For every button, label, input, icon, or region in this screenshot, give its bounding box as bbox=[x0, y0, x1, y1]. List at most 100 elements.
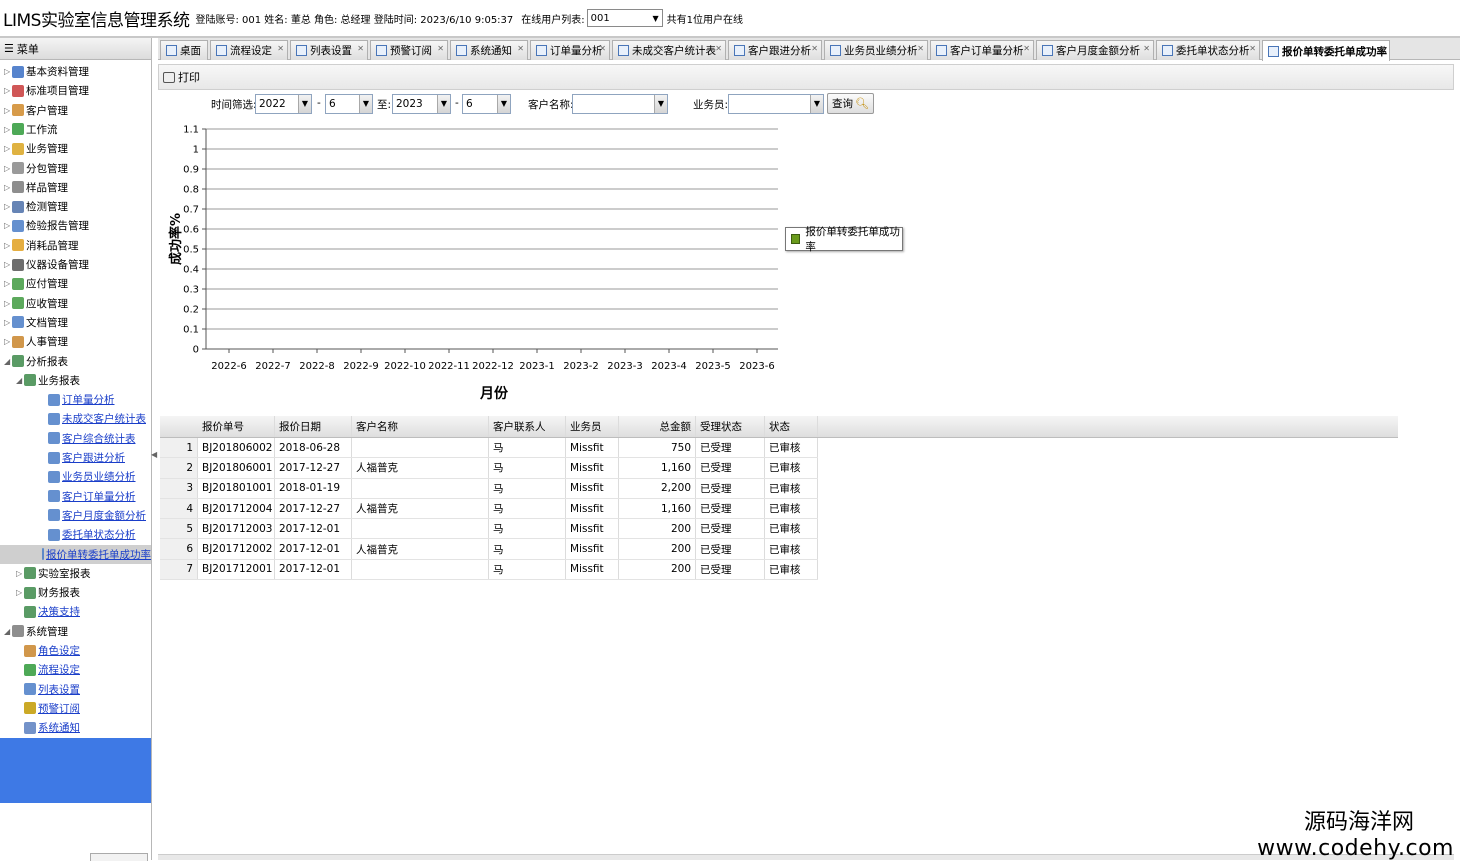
sidebar-item[interactable]: 客户跟进分析 bbox=[0, 448, 151, 467]
collapsed-arrow-icon[interactable]: ▷ bbox=[4, 241, 12, 250]
table-row[interactable]: 1 BJ201806002 2018-06-28 马 Missfit 750 已受理 已审核 bbox=[160, 438, 818, 459]
collapsed-arrow-icon[interactable]: ▷ bbox=[4, 260, 12, 269]
expanded-arrow-icon[interactable]: ◢ bbox=[4, 357, 12, 366]
column-header[interactable]: 报价单号 bbox=[198, 416, 275, 437]
sidebar-item[interactable]: 角色设定 bbox=[0, 641, 151, 660]
print-button[interactable]: 打印 bbox=[163, 69, 200, 85]
expanded-arrow-icon[interactable]: ◢ bbox=[4, 627, 12, 636]
from-year-select[interactable]: 2022 ▼ bbox=[255, 94, 312, 114]
sidebar-item[interactable]: ▷ 实验室报表 bbox=[0, 564, 151, 583]
sidebar-item[interactable]: 订单量分析 bbox=[0, 390, 151, 409]
collapsed-arrow-icon[interactable]: ▷ bbox=[4, 202, 12, 211]
close-icon[interactable]: ✕ bbox=[437, 44, 444, 53]
sidebar-item[interactable]: ▷ 财务报表 bbox=[0, 583, 151, 602]
column-header[interactable]: 客户名称 bbox=[352, 416, 489, 437]
sidebar-item[interactable]: ▷ 应收管理 bbox=[0, 294, 151, 313]
sidebar-item[interactable]: ▷ 基本资料管理 bbox=[0, 62, 151, 81]
column-header[interactable]: 客户联系人 bbox=[489, 416, 566, 437]
sidebar-item[interactable]: ◢ 分析报表 bbox=[0, 352, 151, 371]
tab[interactable]: 客户月度金额分析 ✕ bbox=[1036, 40, 1154, 60]
from-month-select[interactable]: 6 ▼ bbox=[325, 94, 373, 114]
column-header[interactable]: 状态 bbox=[765, 416, 818, 437]
close-icon[interactable]: ✕ bbox=[517, 44, 524, 53]
column-header[interactable]: 受理状态 bbox=[696, 416, 765, 437]
close-icon[interactable]: ✕ bbox=[1249, 44, 1256, 53]
tab[interactable]: 预警订阅 ✕ bbox=[370, 40, 448, 60]
collapsed-arrow-icon[interactable]: ▷ bbox=[4, 125, 12, 134]
close-icon[interactable]: ✕ bbox=[811, 44, 818, 53]
collapsed-arrow-icon[interactable]: ▷ bbox=[4, 67, 12, 76]
sidebar-item[interactable]: ▷ 业务管理 bbox=[0, 139, 151, 158]
column-header[interactable]: 总金额 bbox=[619, 416, 696, 437]
sidebar-item[interactable]: 决策支持 bbox=[0, 602, 151, 621]
table-row[interactable]: 2 BJ201806001 2017-12-27 人福普克马 Missfit 1,160 已… bbox=[160, 458, 818, 479]
sidebar-item[interactable]: 列表设置 bbox=[0, 680, 151, 699]
tab[interactable]: 未成交客户统计表 ✕ bbox=[612, 40, 726, 60]
close-icon[interactable]: ✕ bbox=[357, 44, 364, 53]
tab[interactable]: 系统通知 ✕ bbox=[450, 40, 528, 60]
tab[interactable]: 客户跟进分析 ✕ bbox=[728, 40, 822, 60]
salesman-select[interactable]: ▼ bbox=[728, 94, 824, 114]
sidebar-item[interactable]: 报价单转委托单成功率 bbox=[0, 544, 151, 564]
sidebar-item[interactable]: ◢ 系统管理 bbox=[0, 622, 151, 641]
sidebar-item[interactable]: 未成交客户统计表 bbox=[0, 409, 151, 428]
sidebar-item[interactable]: ▷ 工作流 bbox=[0, 120, 151, 139]
tab[interactable]: 委托单状态分析 ✕ bbox=[1156, 40, 1260, 60]
expanded-arrow-icon[interactable]: ◢ bbox=[16, 376, 24, 385]
collapsed-arrow-icon[interactable]: ▷ bbox=[4, 337, 12, 346]
tab[interactable]: 列表设置 ✕ bbox=[290, 40, 368, 60]
tab[interactable]: 订单量分析 ✕ bbox=[530, 40, 610, 60]
collapse-handle[interactable]: ◀ bbox=[151, 450, 158, 480]
close-icon[interactable]: ✕ bbox=[599, 44, 606, 53]
collapsed-arrow-icon[interactable]: ▷ bbox=[4, 299, 12, 308]
sidebar-item[interactable]: 预警订阅 bbox=[0, 699, 151, 718]
sidebar-item[interactable]: ▷ 仪器设备管理 bbox=[0, 255, 151, 274]
sidebar-item[interactable]: ▷ 客户管理 bbox=[0, 101, 151, 120]
close-icon[interactable]: ✕ bbox=[715, 44, 722, 53]
table-row[interactable]: 7 BJ201712001 2017-12-01 马 Missfit 200 已受理 已审核 bbox=[160, 559, 818, 581]
close-icon[interactable]: ✕ bbox=[1379, 44, 1386, 53]
collapsed-arrow-icon[interactable]: ▷ bbox=[4, 279, 12, 288]
sidebar-item[interactable]: ◢ 业务报表 bbox=[0, 371, 151, 390]
collapsed-arrow-icon[interactable]: ▷ bbox=[4, 164, 12, 173]
sidebar-item[interactable]: ▷ 消耗品管理 bbox=[0, 236, 151, 255]
tab[interactable]: 桌面 bbox=[160, 40, 208, 60]
to-year-select[interactable]: 2023 ▼ bbox=[392, 94, 451, 114]
collapsed-arrow-icon[interactable]: ▷ bbox=[4, 106, 12, 115]
sidebar-item[interactable]: 业务员业绩分析 bbox=[0, 467, 151, 486]
collapsed-arrow-icon[interactable]: ▷ bbox=[4, 221, 12, 230]
collapsed-arrow-icon[interactable]: ▷ bbox=[4, 86, 12, 95]
sidebar-item[interactable]: ▷ 分包管理 bbox=[0, 159, 151, 178]
sidebar-item[interactable]: ▷ 样品管理 bbox=[0, 178, 151, 197]
tab[interactable]: 报价单转委托单成功率 ✕ bbox=[1262, 40, 1390, 61]
query-button[interactable]: 查询 🔍︎ bbox=[827, 93, 874, 114]
sidebar-item[interactable]: 委托单状态分析 bbox=[0, 525, 151, 544]
tab[interactable]: 业务员业绩分析 ✕ bbox=[824, 40, 928, 60]
collapsed-arrow-icon[interactable]: ▷ bbox=[16, 569, 24, 578]
close-icon[interactable]: ✕ bbox=[1023, 44, 1030, 53]
sidebar-item[interactable]: 客户订单量分析 bbox=[0, 487, 151, 506]
column-header[interactable]: 业务员 bbox=[566, 416, 619, 437]
close-icon[interactable]: ✕ bbox=[917, 44, 924, 53]
collapsed-arrow-icon[interactable]: ▷ bbox=[16, 588, 24, 597]
sidebar-item[interactable]: ▷ 标准项目管理 bbox=[0, 81, 151, 100]
sidebar-item[interactable]: 系统通知 bbox=[0, 718, 151, 737]
close-icon[interactable]: ✕ bbox=[277, 44, 284, 53]
sidebar-item[interactable]: 客户月度金额分析 bbox=[0, 506, 151, 525]
tab[interactable]: 流程设定 ✕ bbox=[210, 40, 288, 60]
sidebar-item[interactable]: ▷ 文档管理 bbox=[0, 313, 151, 332]
chart-legend[interactable]: 报价单转委托单成功率 bbox=[785, 226, 903, 253]
sidebar-item[interactable]: ▷ 检验报告管理 bbox=[0, 216, 151, 235]
customer-select[interactable]: ▼ bbox=[572, 94, 668, 114]
tab[interactable]: 客户订单量分析 ✕ bbox=[930, 40, 1034, 60]
column-header[interactable]: 报价日期 bbox=[275, 416, 352, 437]
collapsed-arrow-icon[interactable]: ▷ bbox=[4, 318, 12, 327]
sidebar-item[interactable]: 客户综合统计表 bbox=[0, 429, 151, 448]
online-users-select[interactable]: 001 ▼ bbox=[586, 9, 663, 27]
to-month-select[interactable]: 6 ▼ bbox=[462, 94, 511, 114]
table-row[interactable]: 6 BJ201712002 2017-12-01 人福普克马 Missfit 200 已受理… bbox=[160, 539, 818, 560]
collapsed-arrow-icon[interactable]: ▷ bbox=[4, 144, 12, 153]
sidebar-item[interactable]: ▷ 人事管理 bbox=[0, 332, 151, 351]
collapsed-arrow-icon[interactable]: ▷ bbox=[4, 183, 12, 192]
sidebar-item[interactable]: ▷ 应付管理 bbox=[0, 274, 151, 293]
